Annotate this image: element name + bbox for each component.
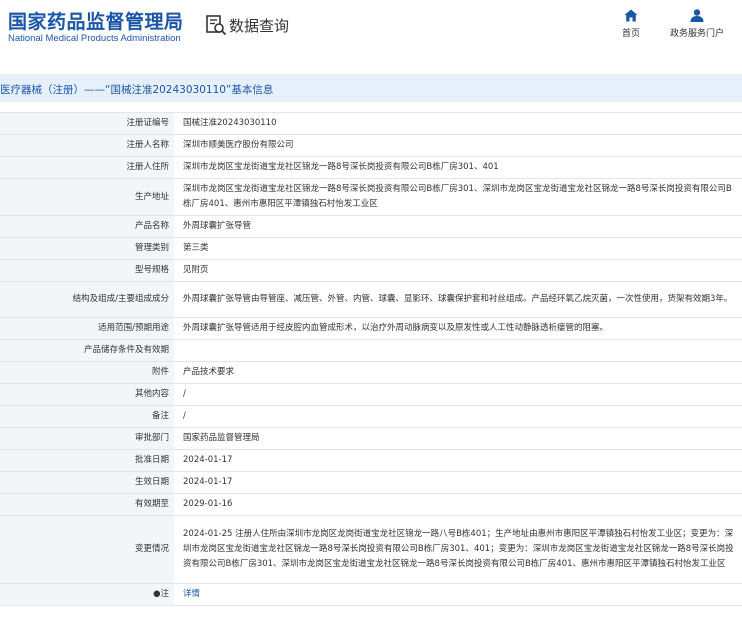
table-row: 注册人住所 深圳市龙岗区宝龙街道宝龙社区锦龙一路8号深长岗投资有限公司B栋厂房30… xyxy=(0,156,742,179)
site-header: 国家药品监督管理局 National Medical Products Admi… xyxy=(0,0,742,60)
table-row: 注册人名称 深圳市顺美医疗股份有限公司 xyxy=(0,134,742,157)
row-value: 见附页 xyxy=(174,259,742,282)
row-value: 国家药品监督管理局 xyxy=(174,427,742,450)
nav-home[interactable]: 首页 xyxy=(619,9,643,39)
table-row: 生产地址 深圳市龙岗区宝龙街道宝龙社区锦龙一路8号深长岗投资有限公司B栋厂房301… xyxy=(0,178,742,216)
site-logo-en: National Medical Products Administration xyxy=(8,33,181,44)
row-label: 注册人名称 xyxy=(0,134,174,157)
row-label: 生效日期 xyxy=(0,471,174,494)
user-icon xyxy=(690,9,704,22)
table-row: 型号规格 见附页 xyxy=(0,259,742,282)
row-label: 产品储存条件及有效期 xyxy=(0,339,174,362)
details-link[interactable]: 详情 xyxy=(183,589,200,599)
table-row: 产品名称 外周球囊扩张导管 xyxy=(0,215,742,238)
row-label: 型号规格 xyxy=(0,259,174,282)
row-label: 变更情况 xyxy=(0,515,174,584)
row-value xyxy=(174,339,742,362)
row-label: 结构及组成/主要组成成分 xyxy=(0,281,174,318)
row-value: 深圳市龙岗区宝龙街道宝龙社区锦龙一路8号深长岗投资有限公司B栋厂房301、401 xyxy=(174,156,742,179)
row-label: 其他内容 xyxy=(0,383,174,406)
table-row: 备注 / xyxy=(0,405,742,428)
table-row: 批准日期 2024-01-17 xyxy=(0,449,742,472)
row-value: / xyxy=(174,383,742,406)
table-row: ●注 详情 xyxy=(0,583,742,606)
row-label: 注册证编号 xyxy=(0,112,174,135)
table-row: 注册证编号 国械注准20243030110 xyxy=(0,112,742,135)
nav-gov-label: 政务服务门户 xyxy=(669,29,724,39)
row-value: 产品技术要求 xyxy=(174,361,742,384)
table-row: 其他内容 / xyxy=(0,383,742,406)
row-value: 第三类 xyxy=(174,237,742,260)
row-label: 注册人住所 xyxy=(0,156,174,179)
table-row: 审批部门 国家药品监督管理局 xyxy=(0,427,742,450)
row-value: 外周球囊扩张导管适用于经皮腔内血管成形术，以治疗外周动脉病变以及原发性或人工性动… xyxy=(174,317,742,340)
row-value: / xyxy=(174,405,742,428)
row-label: 有效期至 xyxy=(0,493,174,516)
site-logo-cn[interactable]: 国家药品监督管理局 xyxy=(8,7,184,34)
row-label: 生产地址 xyxy=(0,178,174,216)
row-label: 适用范围/预期用途 xyxy=(0,317,174,340)
row-value: 2029-01-16 xyxy=(174,493,742,516)
row-value: 深圳市顺美医疗股份有限公司 xyxy=(174,134,742,157)
table-row: 结构及组成/主要组成成分 外周球囊扩张导管由导管座、减压管、外管、内管、球囊、显影… xyxy=(0,281,742,318)
table-row: 生效日期 2024-01-17 xyxy=(0,471,742,494)
row-value: 外周球囊扩张导管 xyxy=(174,215,742,238)
row-value: 2024-01-25 注册人住所由深圳市龙岗区龙岗街道宝龙社区锦龙一路八号B栋4… xyxy=(174,515,742,584)
row-label: 附件 xyxy=(0,361,174,384)
nav-home-label: 首页 xyxy=(621,29,640,39)
nav-gov-services[interactable]: 政务服务门户 xyxy=(667,9,727,39)
row-value: 2024-01-17 xyxy=(174,449,742,472)
detail-table: 注册证编号 国械注准20243030110 注册人名称 深圳市顺美医疗股份有限公司 注册… xyxy=(0,112,742,606)
table-row: 产品储存条件及有效期 xyxy=(0,339,742,362)
row-label: ●注 xyxy=(0,583,174,606)
row-label: 审批部门 xyxy=(0,427,174,450)
table-row: 变更情况 2024-01-25 注册人住所由深圳市龙岗区龙岗街道宝龙社区锦龙一路八… xyxy=(0,515,742,584)
title-bar: 医疗器械（注册）——“国械注准20243030110”基本信息 xyxy=(0,74,742,102)
row-value: 深圳市龙岗区宝龙街道宝龙社区锦龙一路8号深长岗投资有限公司B栋厂房301、深圳市… xyxy=(174,178,742,216)
row-label: 批准日期 xyxy=(0,449,174,472)
table-row: 附件 产品技术要求 xyxy=(0,361,742,384)
data-query-label: 数据查询 xyxy=(229,17,290,35)
row-label: 管理类别 xyxy=(0,237,174,260)
home-icon xyxy=(624,9,638,22)
data-query-icon xyxy=(206,15,227,36)
page-title: 医疗器械（注册）——“国械注准20243030110”基本信息 xyxy=(0,84,274,96)
row-value: 详情 xyxy=(174,583,742,606)
row-value: 国械注准20243030110 xyxy=(174,112,742,135)
row-value: 2024-01-17 xyxy=(174,471,742,494)
table-row: 适用范围/预期用途 外周球囊扩张导管适用于经皮腔内血管成形术，以治疗外周动脉病变以… xyxy=(0,317,742,340)
table-row: 有效期至 2029-01-16 xyxy=(0,493,742,516)
row-label: 产品名称 xyxy=(0,215,174,238)
table-row: 管理类别 第三类 xyxy=(0,237,742,260)
row-label: 备注 xyxy=(0,405,174,428)
row-value: 外周球囊扩张导管由导管座、减压管、外管、内管、球囊、显影环、球囊保护套和衬丝组成… xyxy=(174,281,742,318)
